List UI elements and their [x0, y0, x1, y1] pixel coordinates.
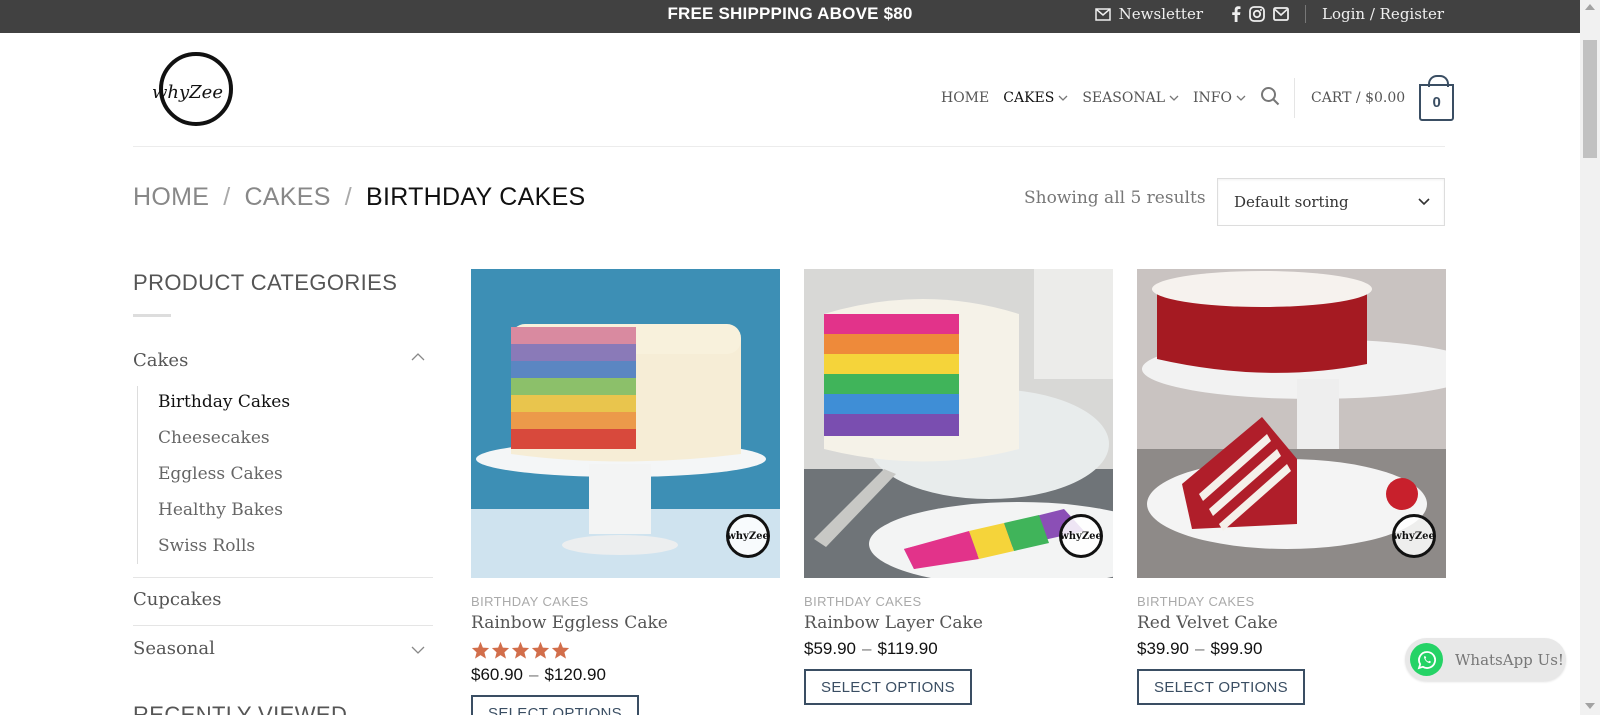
breadcrumb-separator: /: [344, 183, 352, 211]
product-price: $59.90– $119.90: [804, 639, 938, 658]
nav-info[interactable]: INFO: [1193, 90, 1246, 106]
star-rating: [471, 641, 780, 659]
product-card: whyZee BIRTHDAY CAKES Rainbow Layer Cake…: [804, 269, 1113, 705]
top-bar: FREE SHIPPPING ABOVE $80 Newsletter Logi…: [0, 0, 1580, 33]
breadcrumb-home[interactable]: HOME: [133, 183, 209, 211]
cart-count-icon[interactable]: 0: [1419, 74, 1455, 121]
select-options-button[interactable]: SELECT OPTIONS: [1137, 669, 1305, 705]
recently-viewed-title: RECENTLY VIEWED: [133, 702, 348, 715]
facebook-icon[interactable]: [1231, 6, 1241, 22]
whatsapp-button[interactable]: WhatsApp Us!: [1405, 638, 1566, 681]
category-label: Seasonal: [133, 638, 215, 659]
whatsapp-label: WhatsApp Us!: [1455, 650, 1564, 669]
main-navigation: HOME CAKES SEASONAL INFO CART / $0.00 0: [941, 74, 1455, 121]
chevron-up-icon[interactable]: [411, 352, 425, 361]
cart-link[interactable]: CART / $0.00 0: [1310, 74, 1455, 121]
scrollbar-thumb[interactable]: [1583, 40, 1597, 158]
logo-watermark: whyZee: [1059, 514, 1103, 558]
breadcrumb-separator: /: [223, 183, 231, 211]
product-category: BIRTHDAY CAKES: [804, 594, 922, 609]
instagram-icon[interactable]: [1249, 6, 1265, 22]
select-options-button[interactable]: SELECT OPTIONS: [471, 695, 639, 715]
cart-label: CART /: [1310, 90, 1361, 106]
header-divider: [133, 146, 1445, 147]
price-min: $59.90: [804, 639, 856, 658]
chevron-down-icon: [1418, 198, 1430, 206]
nav-divider: [1293, 78, 1295, 118]
chevron-down-icon: [1058, 95, 1068, 101]
logo-watermark: whyZee: [1392, 514, 1436, 558]
nav-label: INFO: [1193, 90, 1232, 106]
divider: [1305, 5, 1306, 23]
site-logo[interactable]: whyZee: [152, 50, 236, 128]
product-image[interactable]: whyZee: [471, 269, 780, 578]
nav-label: SEASONAL: [1082, 90, 1165, 106]
product-price: $60.90– $120.90: [471, 665, 606, 684]
cakes-subcategories: Birthday Cakes Cheesecakes Eggless Cakes…: [137, 386, 290, 564]
email-icon[interactable]: [1273, 7, 1289, 21]
product-image[interactable]: whyZee: [804, 269, 1113, 578]
category-label: Cakes: [133, 350, 189, 371]
price-min: $39.90: [1137, 639, 1189, 658]
category-cakes[interactable]: Cakes: [133, 350, 433, 371]
product-card: whyZee BIRTHDAY CAKES Red Velvet Cake $3…: [1137, 269, 1446, 705]
sort-select[interactable]: Default sorting: [1217, 178, 1445, 226]
nav-label: CAKES: [1003, 90, 1055, 106]
nav-home[interactable]: HOME: [941, 90, 989, 106]
scroll-up-icon[interactable]: [1585, 4, 1595, 10]
breadcrumb-current: BIRTHDAY CAKES: [365, 183, 586, 211]
product-name[interactable]: Rainbow Layer Cake: [804, 613, 1113, 633]
subcategory-cheesecakes[interactable]: Cheesecakes: [158, 428, 270, 448]
title-underline: [133, 314, 171, 317]
category-divider: [133, 577, 433, 578]
select-options-button[interactable]: SELECT OPTIONS: [804, 669, 972, 705]
sidebar-title: PRODUCT CATEGORIES: [133, 270, 398, 295]
nav-seasonal[interactable]: SEASONAL: [1082, 90, 1179, 106]
star-icon: [511, 641, 530, 659]
subcategory-healthy-bakes[interactable]: Healthy Bakes: [158, 500, 283, 520]
product-name[interactable]: Rainbow Eggless Cake: [471, 613, 780, 633]
category-label: Cupcakes: [133, 589, 222, 610]
star-icon: [491, 641, 510, 659]
results-count: Showing all 5 results: [1024, 188, 1206, 208]
breadcrumb: HOME / CAKES / BIRTHDAY CAKES: [133, 183, 586, 212]
price-min: $60.90: [471, 665, 523, 684]
nav-label: HOME: [941, 90, 990, 106]
product-category: BIRTHDAY CAKES: [471, 594, 589, 609]
chevron-down-icon: [1236, 95, 1246, 101]
product-category: BIRTHDAY CAKES: [1137, 594, 1255, 609]
category-cupcakes[interactable]: Cupcakes: [133, 589, 433, 610]
login-register-link[interactable]: Login / Register: [1322, 5, 1444, 23]
chevron-down-icon: [1169, 95, 1179, 101]
category-divider: [133, 625, 433, 626]
subcategory-eggless-cakes[interactable]: Eggless Cakes: [158, 464, 283, 484]
logo-watermark: whyZee: [726, 514, 770, 558]
star-icon: [551, 641, 570, 659]
nav-cakes[interactable]: CAKES: [1003, 90, 1068, 106]
search-icon[interactable]: [1260, 86, 1280, 110]
subcategory-swiss-rolls[interactable]: Swiss Rolls: [158, 536, 255, 556]
scroll-down-icon[interactable]: [1585, 703, 1595, 709]
mail-icon: [1094, 7, 1111, 21]
category-seasonal[interactable]: Seasonal: [133, 638, 433, 659]
product-price: $39.90– $99.90: [1137, 639, 1263, 658]
top-bar-links: Newsletter Login / Register: [1094, 5, 1444, 23]
logo-text: whyZee: [152, 82, 223, 103]
price-max: $120.90: [544, 665, 606, 684]
newsletter-link[interactable]: Newsletter: [1119, 5, 1203, 23]
product-name[interactable]: Red Velvet Cake: [1137, 613, 1446, 633]
product-card: whyZee BIRTHDAY CAKES Rainbow Eggless Ca…: [471, 269, 780, 715]
star-icon: [471, 641, 490, 659]
price-max: $119.90: [877, 639, 938, 658]
subcategory-birthday-cakes[interactable]: Birthday Cakes: [158, 392, 290, 412]
price-max: $99.90: [1210, 639, 1263, 658]
whatsapp-icon: [1410, 643, 1443, 676]
page-scrollbar[interactable]: [1580, 0, 1600, 715]
star-icon: [531, 641, 550, 659]
sort-selected: Default sorting: [1234, 193, 1349, 211]
chevron-down-icon[interactable]: [411, 646, 425, 655]
product-image[interactable]: whyZee: [1137, 269, 1446, 578]
cart-total: $0.00: [1365, 90, 1406, 106]
breadcrumb-cakes[interactable]: CAKES: [244, 183, 330, 211]
